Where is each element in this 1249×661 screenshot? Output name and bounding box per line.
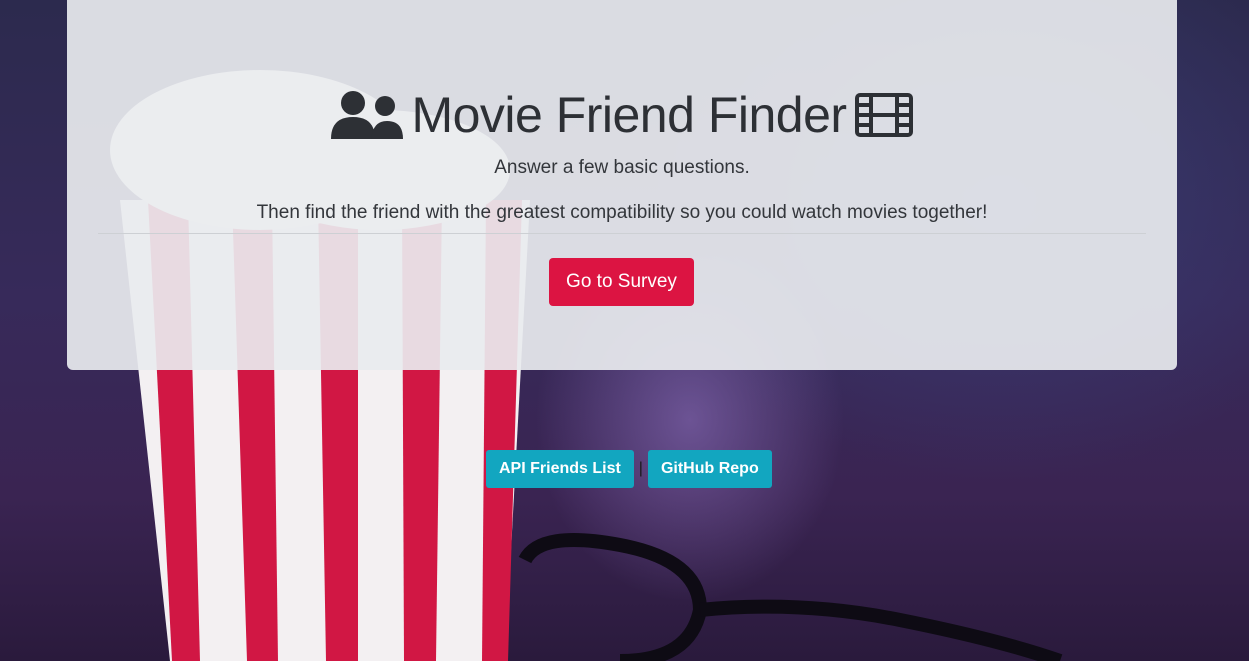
link-separator: | (638, 460, 643, 477)
users-icon (331, 89, 404, 141)
go-to-survey-button[interactable]: Go to Survey (549, 258, 694, 306)
jumbotron-panel: Movie Friend Finder Answer a few basic q… (67, 0, 1177, 370)
film-icon (854, 92, 913, 137)
footer-links: API Friends List | GitHub Repo (486, 450, 772, 488)
glasses-illustration (518, 533, 1063, 661)
intro-line-2: Then find the friend with the greatest c… (256, 202, 988, 223)
github-repo-button[interactable]: GitHub Repo (647, 450, 772, 488)
page-title: Movie Friend Finder (67, 86, 1177, 144)
intro-line-1: Answer a few basic questions. (494, 157, 750, 178)
title-text: Movie Friend Finder (411, 86, 847, 143)
divider (98, 233, 1146, 234)
api-friends-list-button[interactable]: API Friends List (486, 450, 634, 488)
